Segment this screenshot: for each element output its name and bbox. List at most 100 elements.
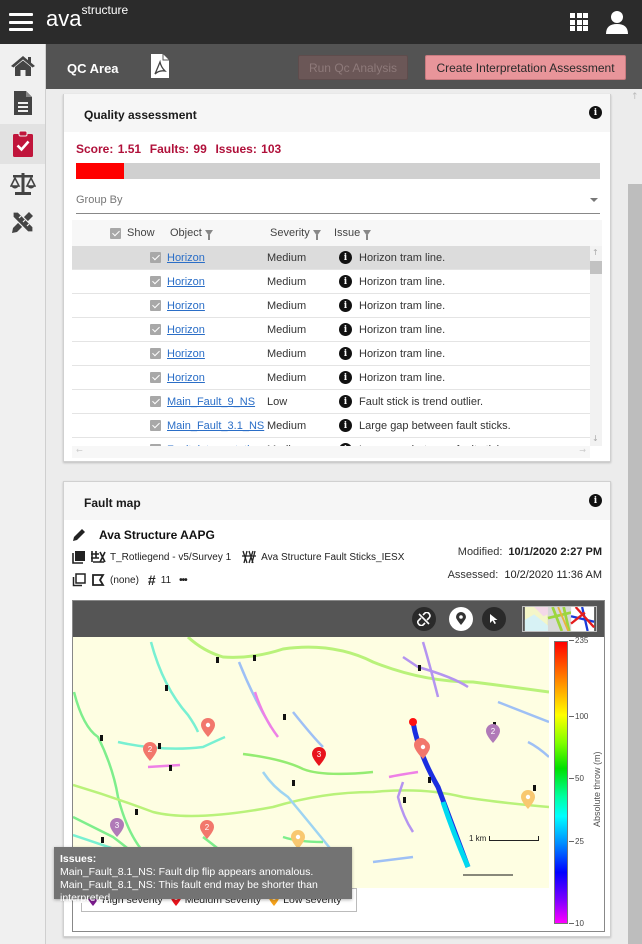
card-title: Quality assessment bbox=[84, 108, 197, 122]
basemap-thumbnail[interactable] bbox=[522, 606, 597, 632]
object-link[interactable]: Main_Fault_3.1_NS bbox=[167, 420, 264, 432]
object-link[interactable]: Horizon bbox=[167, 300, 205, 312]
show-checkbox[interactable] bbox=[150, 396, 161, 407]
show-checkbox[interactable] bbox=[150, 324, 161, 335]
table-row[interactable]: Fault_interpretationMediumiLarge gap bet… bbox=[72, 438, 590, 446]
pencil-icon[interactable] bbox=[72, 528, 86, 542]
object-link[interactable]: Horizon bbox=[167, 276, 205, 288]
sidebar-item-home[interactable] bbox=[0, 46, 45, 86]
app-logo[interactable]: avastructure bbox=[46, 2, 129, 32]
quality-assessment-card: Quality assessment i Score: 1.51 Faults:… bbox=[63, 94, 611, 462]
marker-dot bbox=[420, 744, 426, 750]
object-link[interactable]: Horizon bbox=[167, 348, 205, 360]
page-scrollbar[interactable]: ↑ bbox=[628, 89, 642, 944]
fault-endpoint-marker[interactable] bbox=[409, 718, 417, 726]
user-icon[interactable] bbox=[606, 10, 628, 34]
table-row[interactable]: Horizon Medium i Horizon tram line. bbox=[72, 366, 590, 390]
tooltip-line: Main_Fault_8.1_NS: Fault dip flip appear… bbox=[60, 866, 314, 878]
scale-bar: 1 km bbox=[469, 834, 540, 843]
run-qc-analysis-button[interactable]: Run Qc Analysis bbox=[298, 55, 408, 80]
show-checkbox[interactable] bbox=[150, 252, 161, 263]
column-issue[interactable]: Issue bbox=[334, 227, 372, 240]
column-object-label: Object bbox=[170, 227, 202, 239]
scroll-up-icon[interactable]: ↑ bbox=[631, 92, 639, 102]
column-severity-label: Severity bbox=[270, 227, 310, 239]
info-icon[interactable]: i bbox=[339, 323, 352, 336]
card-header: Fault map i bbox=[64, 482, 610, 520]
hamburger-icon[interactable] bbox=[9, 13, 33, 31]
apps-grid-icon[interactable] bbox=[570, 13, 588, 31]
table-header: Show Object Severity Issue bbox=[72, 220, 602, 246]
location-pin-button[interactable] bbox=[449, 607, 473, 631]
fault-sticks-icon bbox=[242, 550, 257, 564]
show-checkbox[interactable] bbox=[150, 372, 161, 383]
clipboard-check-icon bbox=[12, 130, 33, 157]
table-row[interactable]: Horizon Medium i Horizon tram line. bbox=[72, 342, 590, 366]
page-scrollbar-thumb[interactable] bbox=[628, 184, 642, 944]
card-header: Quality assessment i bbox=[64, 94, 610, 132]
info-icon[interactable]: i bbox=[589, 106, 602, 119]
column-severity[interactable]: Severity bbox=[270, 227, 321, 240]
info-icon[interactable]: i bbox=[589, 494, 602, 507]
show-checkbox[interactable] bbox=[150, 348, 161, 359]
table-row[interactable]: Main_Fault_9_NS Low i Fault stick is trend … bbox=[72, 390, 590, 414]
info-icon[interactable]: i bbox=[339, 419, 352, 432]
table-horizontal-scrollbar[interactable]: ← → bbox=[72, 446, 590, 458]
show-checkbox[interactable] bbox=[150, 276, 161, 287]
info-icon[interactable]: i bbox=[339, 275, 352, 288]
column-object[interactable]: Object bbox=[170, 227, 213, 240]
table-row[interactable]: Horizon Medium i Horizon tram line. bbox=[72, 318, 590, 342]
sidebar-item-documents[interactable] bbox=[0, 83, 45, 123]
table-row[interactable]: Horizon Medium i Horizon tram line. bbox=[72, 270, 590, 294]
table-vertical-scrollbar[interactable]: ↑ ↓ bbox=[590, 246, 602, 446]
polygon-icon bbox=[92, 574, 105, 586]
top-bar: avastructure bbox=[0, 0, 642, 44]
pdf-icon[interactable] bbox=[150, 53, 170, 79]
logo-sup: structure bbox=[81, 2, 129, 17]
sidebar-item-qc[interactable] bbox=[0, 124, 45, 164]
issue-cell: Horizon tram line. bbox=[359, 372, 446, 384]
more-options-button[interactable]: ••• bbox=[179, 575, 187, 586]
scroll-up-icon[interactable]: ↑ bbox=[592, 248, 599, 257]
object-link[interactable]: Horizon bbox=[167, 324, 205, 336]
sidebar-item-tools[interactable] bbox=[0, 202, 45, 242]
scale-label: 1 km bbox=[469, 834, 487, 843]
scroll-left-icon[interactable]: ← bbox=[76, 446, 83, 455]
object-link[interactable]: Main_Fault_9_NS bbox=[167, 396, 255, 408]
unlink-button[interactable] bbox=[412, 607, 436, 631]
scroll-right-icon[interactable]: → bbox=[579, 446, 586, 455]
filter-icon[interactable] bbox=[363, 230, 372, 240]
issues-label: Issues: bbox=[215, 142, 257, 156]
info-icon[interactable]: i bbox=[339, 299, 352, 312]
column-show: Show bbox=[110, 227, 155, 239]
object-link[interactable]: Horizon bbox=[167, 372, 205, 384]
table-row[interactable]: Main_Fault_3.1_NS Medium i Large gap betwee… bbox=[72, 414, 590, 438]
fault-sticks-name: Ava Structure Fault Sticks_IESX bbox=[261, 551, 405, 563]
info-icon[interactable]: i bbox=[339, 395, 352, 408]
object-link[interactable]: Horizon bbox=[167, 252, 205, 264]
info-icon[interactable]: i bbox=[339, 251, 352, 264]
group-by-select[interactable]: Group By bbox=[76, 194, 600, 214]
show-checkbox[interactable] bbox=[150, 300, 161, 311]
scroll-down-icon[interactable]: ↓ bbox=[592, 434, 599, 443]
column-issue-label: Issue bbox=[334, 227, 361, 239]
survey-icon bbox=[91, 551, 106, 563]
show-all-checkbox[interactable] bbox=[110, 227, 121, 239]
filter-icon[interactable] bbox=[204, 230, 213, 240]
column-show-label: Show bbox=[127, 227, 155, 239]
severity-cell: Medium bbox=[267, 324, 307, 336]
info-icon[interactable]: i bbox=[339, 371, 352, 384]
create-interpretation-assessment-button[interactable]: Create Interpretation Assessment bbox=[425, 55, 626, 80]
issue-cell: Horizon tram line. bbox=[359, 300, 446, 312]
tooltip-line: Main_Fault_8.1_NS: This fault end may be… bbox=[60, 879, 318, 904]
sidebar-item-balance[interactable] bbox=[0, 164, 45, 204]
table-row[interactable]: Horizon Medium i Horizon tram line. bbox=[72, 294, 590, 318]
marker-count: 3 bbox=[115, 821, 120, 830]
select-tool-button[interactable] bbox=[482, 607, 506, 631]
filter-icon[interactable] bbox=[312, 230, 321, 240]
progress-fill bbox=[76, 163, 125, 179]
scrollbar-thumb[interactable] bbox=[590, 261, 602, 274]
info-icon[interactable]: i bbox=[339, 347, 352, 360]
show-checkbox[interactable] bbox=[150, 420, 161, 431]
table-row[interactable]: Horizon Medium i Horizon tram line. bbox=[72, 246, 590, 270]
